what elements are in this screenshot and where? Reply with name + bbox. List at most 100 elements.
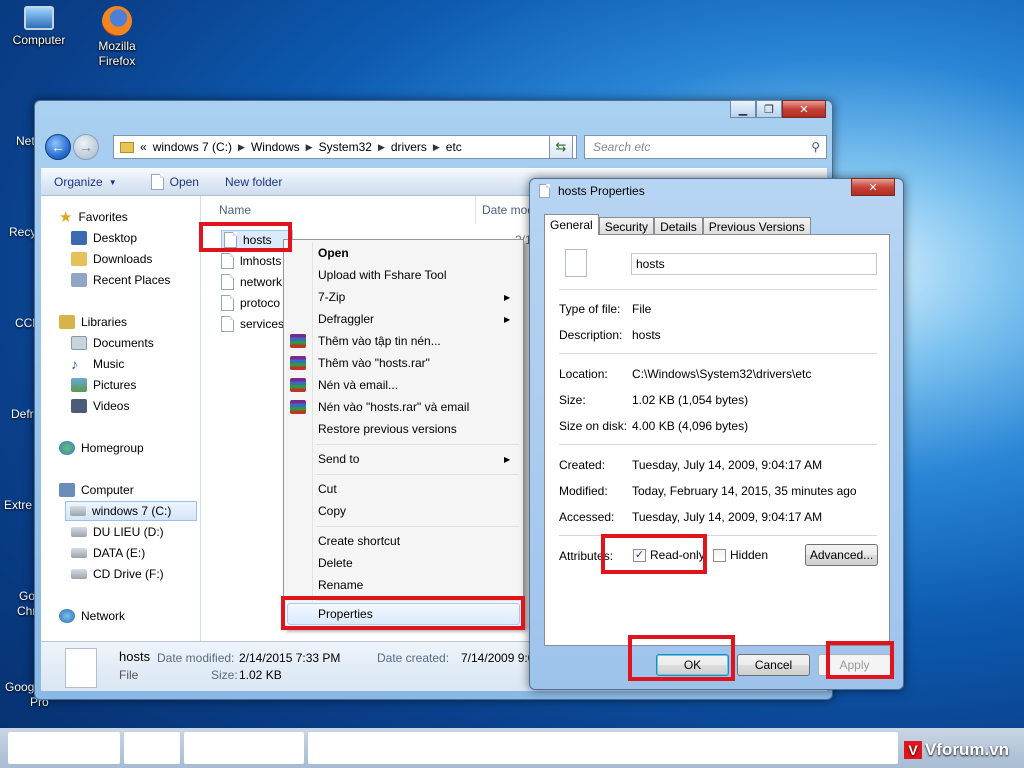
hidden-checkbox[interactable]: Hidden <box>713 548 768 562</box>
desktop-partial-label: Extre <box>4 498 33 512</box>
winrar-icon <box>290 378 306 392</box>
file-row-services[interactable]: services <box>221 314 284 334</box>
menu-item-add-hosts-rar[interactable]: Thêm vào "hosts.rar" <box>318 353 430 373</box>
general-panel: hosts Type of file: File Description: ho… <box>544 234 890 646</box>
details-modified: 2/14/2015 7:33 PM <box>239 651 341 665</box>
open-button[interactable]: Open <box>138 174 212 190</box>
search-icon[interactable]: ⚲ <box>811 140 820 154</box>
drive-icon <box>70 506 86 516</box>
nav-downloads[interactable]: Downloads <box>71 249 152 269</box>
refresh-button[interactable]: ⇆ <box>549 135 573 159</box>
menu-item-open[interactable]: Open <box>318 243 349 263</box>
menu-item-copy[interactable]: Copy <box>318 501 346 521</box>
breadcrumb-item[interactable]: Windows <box>251 140 300 154</box>
recent-places-icon <box>71 273 87 287</box>
nav-label: Homegroup <box>81 441 144 455</box>
breadcrumb-item[interactable]: drivers <box>391 140 427 154</box>
properties-dialog[interactable]: hosts Properties ✕ General Security Deta… <box>529 178 904 690</box>
menu-item-compress-hosts-rar-email[interactable]: Nén vào "hosts.rar" và email <box>318 397 469 417</box>
menu-item-restore-versions[interactable]: Restore previous versions <box>318 419 457 439</box>
menu-item-defraggler[interactable]: Defraggler <box>318 309 374 329</box>
watermark-text: Vforum.vn <box>925 740 1010 759</box>
nav-drive-d[interactable]: DU LIEU (D:) <box>71 522 164 542</box>
nav-drive-f[interactable]: CD Drive (F:) <box>71 564 164 584</box>
breadcrumb-separator-icon[interactable]: ▶ <box>238 142 245 153</box>
nav-computer[interactable]: Computer <box>59 480 134 500</box>
address-bar[interactable]: « windows 7 (C:) ▶ Windows ▶ System32 ▶ dri… <box>113 135 577 159</box>
submenu-arrow-icon: ▶ <box>504 293 511 302</box>
tab-previous-versions[interactable]: Previous Versions <box>702 217 811 235</box>
desktop-icon-firefox[interactable]: Mozilla Firefox <box>78 6 156 69</box>
tab-security[interactable]: Security <box>598 217 655 235</box>
close-button[interactable]: ✕ <box>782 100 826 118</box>
tab-details[interactable]: Details <box>654 217 703 235</box>
nav-libraries[interactable]: Libraries <box>59 312 127 332</box>
documents-icon <box>71 336 87 350</box>
checkbox-icon[interactable] <box>713 548 726 562</box>
file-icon <box>565 249 587 277</box>
file-row-protocol[interactable]: protoco <box>221 293 280 313</box>
address-chevron[interactable]: « <box>140 140 147 154</box>
breadcrumb-separator-icon[interactable]: ▶ <box>433 142 440 153</box>
menu-item-rename[interactable]: Rename <box>318 575 363 595</box>
taskbar-slot[interactable] <box>308 732 898 764</box>
nav-videos[interactable]: Videos <box>71 396 129 416</box>
maximize-button[interactable]: ❐ <box>756 100 782 118</box>
nav-label: Pictures <box>93 378 137 392</box>
desktop-icon-computer[interactable]: Computer <box>0 6 78 48</box>
taskbar-slot[interactable] <box>8 732 120 764</box>
nav-network[interactable]: Network <box>59 606 125 626</box>
dialog-close-button[interactable]: ✕ <box>851 178 895 196</box>
menu-item-fshare-upload[interactable]: Upload with Fshare Tool <box>318 265 447 285</box>
file-row-lmhosts[interactable]: lmhosts <box>221 251 281 271</box>
nav-homegroup[interactable]: Homegroup <box>59 438 144 458</box>
menu-item-add-archive[interactable]: Thêm vào tập tin nén... <box>318 331 441 351</box>
nav-label: Libraries <box>81 315 128 329</box>
nav-drive-e[interactable]: DATA (E:) <box>71 543 145 563</box>
filename-field[interactable]: hosts <box>631 253 877 275</box>
watermark-logo: V Vforum.vn <box>904 740 1009 760</box>
breadcrumb-item[interactable]: windows 7 (C:) <box>153 140 232 154</box>
cancel-button[interactable]: Cancel <box>737 654 810 676</box>
file-row-networks[interactable]: network <box>221 272 282 292</box>
breadcrumb-separator-icon[interactable]: ▶ <box>306 142 313 153</box>
nav-desktop[interactable]: Desktop <box>71 228 137 248</box>
search-input[interactable]: Search etc ⚲ <box>584 135 827 159</box>
organize-button[interactable]: Organize ▼ <box>41 175 130 189</box>
folder-icon <box>120 141 134 153</box>
breadcrumb-item[interactable]: etc <box>446 140 462 154</box>
taskbar-slot[interactable] <box>184 732 304 764</box>
nav-label: DU LIEU (D:) <box>93 525 164 539</box>
menu-item-7zip[interactable]: 7-Zip <box>318 287 345 307</box>
file-name: services <box>240 317 285 331</box>
menu-item-send-to[interactable]: Send to <box>318 449 359 469</box>
column-header-date[interactable]: Date mod <box>475 196 534 224</box>
firefox-icon <box>102 6 132 36</box>
desktop-icon-label: Computer <box>12 33 66 47</box>
menu-item-create-shortcut[interactable]: Create shortcut <box>318 531 400 551</box>
file-icon <box>221 316 234 332</box>
type-label: Type of file: <box>559 302 621 316</box>
taskbar-slot[interactable] <box>124 732 180 764</box>
forward-button[interactable]: → <box>73 134 99 160</box>
nav-favorites[interactable]: ★ Favorites <box>59 207 128 227</box>
nav-documents[interactable]: Documents <box>71 333 154 353</box>
nav-pictures[interactable]: Pictures <box>71 375 136 395</box>
nav-drive-c[interactable]: windows 7 (C:) <box>65 501 197 521</box>
breadcrumb-separator-icon[interactable]: ▶ <box>378 142 385 153</box>
tab-general[interactable]: General <box>544 214 599 235</box>
column-header-name[interactable]: Name <box>219 196 251 224</box>
back-button[interactable]: ← <box>45 134 71 160</box>
breadcrumb-item[interactable]: System32 <box>319 140 372 154</box>
advanced-button[interactable]: Advanced... <box>805 544 878 566</box>
nav-recent-places[interactable]: Recent Places <box>71 270 170 290</box>
new-folder-button[interactable]: New folder <box>212 175 295 189</box>
size-on-disk-label: Size on disk: <box>559 419 628 433</box>
menu-item-compress-email[interactable]: Nén và email... <box>318 375 398 395</box>
caption-buttons: ▁ ❐ ✕ <box>730 100 826 118</box>
minimize-button[interactable]: ▁ <box>730 100 756 118</box>
menu-item-delete[interactable]: Delete <box>318 553 353 573</box>
menu-item-cut[interactable]: Cut <box>318 479 337 499</box>
highlight-box-properties <box>281 596 525 630</box>
nav-music[interactable]: ♪ Music <box>71 354 124 374</box>
